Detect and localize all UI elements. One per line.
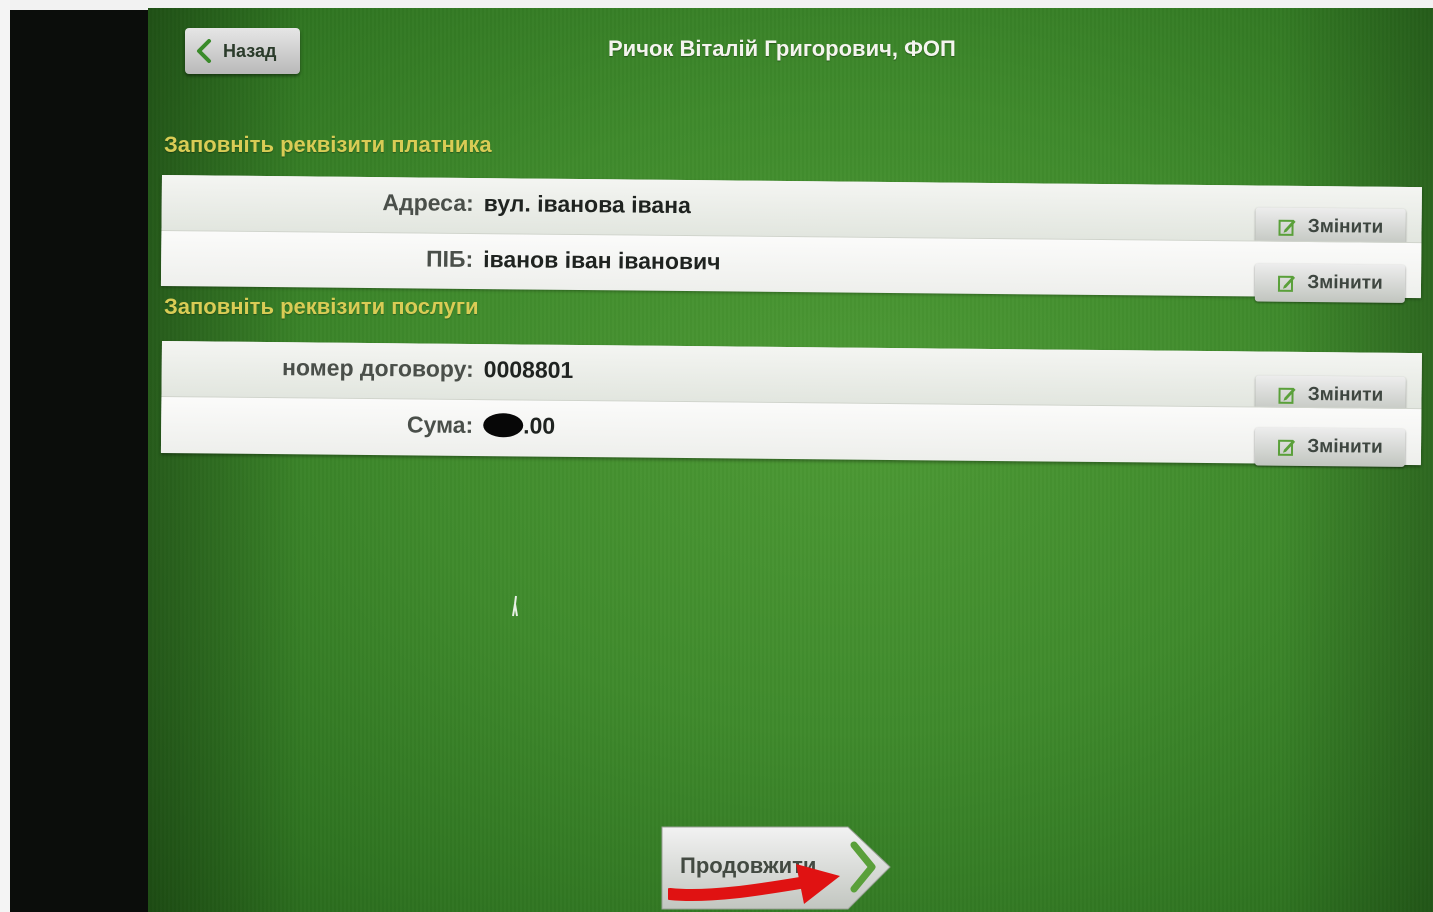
address-value: вул. іванова івана bbox=[483, 190, 691, 219]
full-name-value: іванов іван іванович bbox=[483, 246, 721, 275]
edit-address-label: Змінити bbox=[1307, 216, 1384, 238]
contract-number-value: 0008801 bbox=[483, 356, 574, 383]
contract-number-label: номер договору: bbox=[281, 354, 474, 382]
payer-details-panel: Адреса: вул. іванова івана Змінити ПІБ: … bbox=[160, 175, 1422, 303]
edit-pencil-icon bbox=[1278, 275, 1296, 292]
edit-amount-label: Змінити bbox=[1307, 435, 1383, 458]
edit-pencil-icon bbox=[1278, 387, 1296, 404]
full-name-row: ПІБ: іванов іван іванович Змінити bbox=[160, 229, 1422, 303]
edit-full-name-button[interactable]: Змінити bbox=[1254, 263, 1406, 303]
service-details-panel: номер договору: 0008801 Змінити Сума: .0… bbox=[160, 341, 1422, 467]
bezel-left bbox=[0, 0, 10, 912]
amount-row: Сума: .00 Змінити bbox=[160, 395, 1422, 467]
red-arrow-icon bbox=[668, 864, 840, 904]
edit-amount-button[interactable]: Змінити bbox=[1254, 427, 1406, 467]
redaction-blot bbox=[483, 413, 524, 438]
page-title: Ричок Віталій Григорович, ФОП bbox=[608, 36, 956, 61]
payer-section-title: Заповніть реквізити платника bbox=[164, 132, 492, 157]
edit-contract-number-label: Змінити bbox=[1307, 384, 1384, 406]
chevron-left-icon bbox=[197, 39, 211, 63]
edit-full-name-label: Змінити bbox=[1307, 271, 1383, 294]
service-section-title: Заповніть реквізити послуги bbox=[164, 294, 479, 319]
amount-label: Сума: bbox=[406, 411, 474, 438]
address-label: Адреса: bbox=[382, 189, 474, 216]
edit-pencil-icon bbox=[1278, 219, 1296, 236]
photo-frame: Назад Ричок Віталій Григорович, ФОП Запо… bbox=[0, 0, 1433, 912]
back-button-label: Назад bbox=[223, 40, 277, 61]
screen-glare-speck bbox=[512, 595, 518, 617]
terminal-screen: Назад Ричок Віталій Григорович, ФОП Запо… bbox=[148, 8, 1433, 912]
full-name-label: ПІБ: bbox=[425, 245, 474, 272]
amount-value-wrapper: .00 bbox=[483, 412, 555, 440]
back-button[interactable]: Назад bbox=[185, 28, 300, 74]
edit-pencil-icon bbox=[1278, 439, 1296, 456]
amount-value: .00 bbox=[523, 412, 556, 439]
